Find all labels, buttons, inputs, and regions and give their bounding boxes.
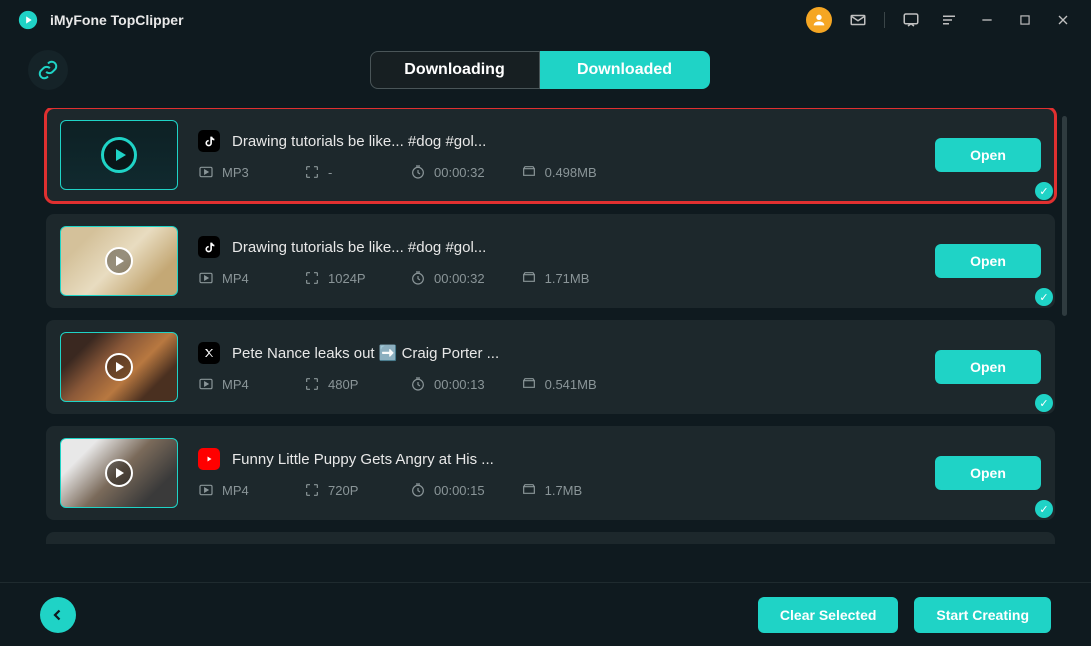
item-duration: 00:00:15 (434, 483, 485, 498)
fmt-icon (198, 270, 214, 286)
play-icon (105, 353, 133, 381)
item-format: MP4 (222, 271, 249, 286)
tabs: Downloading Downloaded (370, 51, 710, 89)
app-logo (16, 8, 40, 32)
titlebar-controls (806, 7, 1075, 33)
item-body: Drawing tutorials be like... #dog #gol..… (198, 130, 935, 180)
maximize-button[interactable] (1013, 8, 1037, 32)
open-button[interactable]: Open (935, 456, 1041, 490)
feedback-icon[interactable] (899, 8, 923, 32)
download-item[interactable]: Drawing tutorials be like... #dog #gol..… (46, 108, 1055, 202)
close-button[interactable] (1051, 8, 1075, 32)
open-button[interactable]: Open (935, 138, 1041, 172)
res-icon (304, 164, 320, 180)
play-icon (105, 459, 133, 487)
dur-icon (410, 376, 426, 392)
res-icon (304, 482, 320, 498)
item-resolution: 1024P (328, 271, 366, 286)
download-list: Drawing tutorials be like... #dog #gol..… (0, 108, 1091, 544)
item-size: 0.541MB (545, 377, 597, 392)
app-title: iMyFone TopClipper (50, 12, 184, 28)
youtube-icon (198, 448, 220, 470)
item-duration: 00:00:32 (434, 271, 485, 286)
tiktok-icon (198, 236, 220, 258)
item-size: 1.71MB (545, 271, 590, 286)
download-item[interactable]: Drawing tutorials be like... #dog #gol..… (46, 214, 1055, 308)
item-resolution: - (328, 165, 332, 180)
size-icon (521, 270, 537, 286)
size-icon (521, 376, 537, 392)
download-item[interactable]: Open✓ (46, 532, 1055, 544)
selected-check-icon[interactable]: ✓ (1035, 182, 1053, 200)
item-size: 0.498MB (545, 165, 597, 180)
size-icon (521, 164, 537, 180)
start-creating-button[interactable]: Start Creating (914, 597, 1051, 633)
thumbnail[interactable] (60, 120, 178, 190)
play-icon (101, 137, 137, 173)
fmt-icon (198, 164, 214, 180)
minimize-button[interactable] (975, 8, 999, 32)
tabs-row: Downloading Downloaded (0, 40, 1091, 108)
item-duration: 00:00:32 (434, 165, 485, 180)
scrollbar[interactable] (1062, 116, 1067, 316)
item-title: Funny Little Puppy Gets Angry at His ... (232, 451, 494, 468)
size-icon (521, 482, 537, 498)
item-title: Drawing tutorials be like... #dog #gol..… (232, 133, 486, 150)
x-icon (198, 342, 220, 364)
item-resolution: 480P (328, 377, 358, 392)
mail-icon[interactable] (846, 8, 870, 32)
divider (884, 12, 885, 28)
link-icon[interactable] (28, 50, 68, 90)
dur-icon (410, 482, 426, 498)
res-icon (304, 270, 320, 286)
dur-icon (410, 270, 426, 286)
fmt-icon (198, 482, 214, 498)
download-item[interactable]: Funny Little Puppy Gets Angry at His ...… (46, 426, 1055, 520)
selected-check-icon[interactable]: ✓ (1035, 288, 1053, 306)
item-title: Drawing tutorials be like... #dog #gol..… (232, 239, 486, 256)
dur-icon (410, 164, 426, 180)
tiktok-icon (198, 130, 220, 152)
item-title: Pete Nance leaks out ➡️ Craig Porter ... (232, 344, 499, 362)
item-size: 1.7MB (545, 483, 583, 498)
item-body: Pete Nance leaks out ➡️ Craig Porter ...… (198, 342, 935, 392)
item-body: Funny Little Puppy Gets Angry at His ...… (198, 448, 935, 498)
tab-downloading[interactable]: Downloading (370, 51, 540, 89)
account-button[interactable] (806, 7, 832, 33)
play-icon (105, 247, 133, 275)
open-button[interactable]: Open (935, 244, 1041, 278)
res-icon (304, 376, 320, 392)
download-item[interactable]: Pete Nance leaks out ➡️ Craig Porter ...… (46, 320, 1055, 414)
clear-selected-button[interactable]: Clear Selected (758, 597, 899, 633)
thumbnail[interactable] (60, 332, 178, 402)
bottombar: Clear Selected Start Creating (0, 582, 1091, 646)
thumbnail[interactable] (60, 226, 178, 296)
item-format: MP3 (222, 165, 249, 180)
selected-check-icon[interactable]: ✓ (1035, 394, 1053, 412)
titlebar: iMyFone TopClipper (0, 0, 1091, 40)
item-format: MP4 (222, 483, 249, 498)
item-resolution: 720P (328, 483, 358, 498)
item-duration: 00:00:13 (434, 377, 485, 392)
item-format: MP4 (222, 377, 249, 392)
selected-check-icon[interactable]: ✓ (1035, 500, 1053, 518)
fmt-icon (198, 376, 214, 392)
menu-icon[interactable] (937, 8, 961, 32)
thumbnail[interactable] (60, 438, 178, 508)
open-button[interactable]: Open (935, 350, 1041, 384)
back-button[interactable] (40, 597, 76, 633)
tab-downloaded[interactable]: Downloaded (540, 51, 710, 89)
item-body: Drawing tutorials be like... #dog #gol..… (198, 236, 935, 286)
